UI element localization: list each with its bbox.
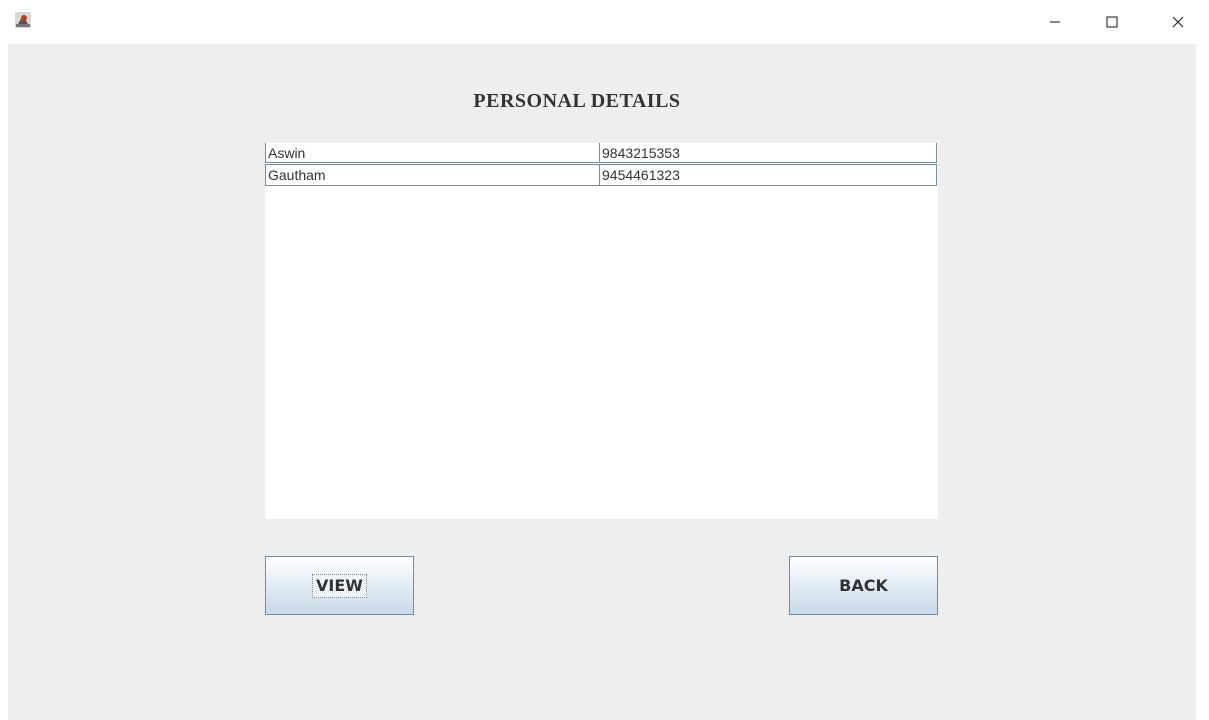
page-title: PERSONAL DETAILS xyxy=(473,90,681,112)
java-app-icon xyxy=(15,12,31,28)
close-icon xyxy=(1172,16,1184,28)
name-cell[interactable]: Aswin xyxy=(265,143,600,162)
maximize-icon xyxy=(1106,16,1118,28)
table-row[interactable]: Gautham 9454461323 xyxy=(265,164,937,186)
main-panel: PERSONAL DETAILS Aswin 9843215353 Gautha… xyxy=(8,44,1196,720)
view-button[interactable]: VIEW xyxy=(265,556,414,615)
back-button[interactable]: BACK xyxy=(789,556,938,615)
maximize-button[interactable] xyxy=(1089,0,1135,44)
table-row[interactable]: Aswin 9843215353 xyxy=(265,143,937,163)
name-cell[interactable]: Gautham xyxy=(265,165,600,185)
minimize-button[interactable] xyxy=(1032,0,1078,44)
back-button-label: BACK xyxy=(839,576,888,595)
personal-details-table[interactable]: Aswin 9843215353 Gautham 9454461323 xyxy=(265,143,938,519)
title-bar xyxy=(0,0,1209,44)
phone-cell[interactable]: 9454461323 xyxy=(600,165,937,185)
minimize-icon xyxy=(1050,21,1060,23)
close-button[interactable] xyxy=(1155,0,1201,44)
view-button-label: VIEW xyxy=(312,573,367,598)
phone-cell[interactable]: 9843215353 xyxy=(600,143,937,162)
